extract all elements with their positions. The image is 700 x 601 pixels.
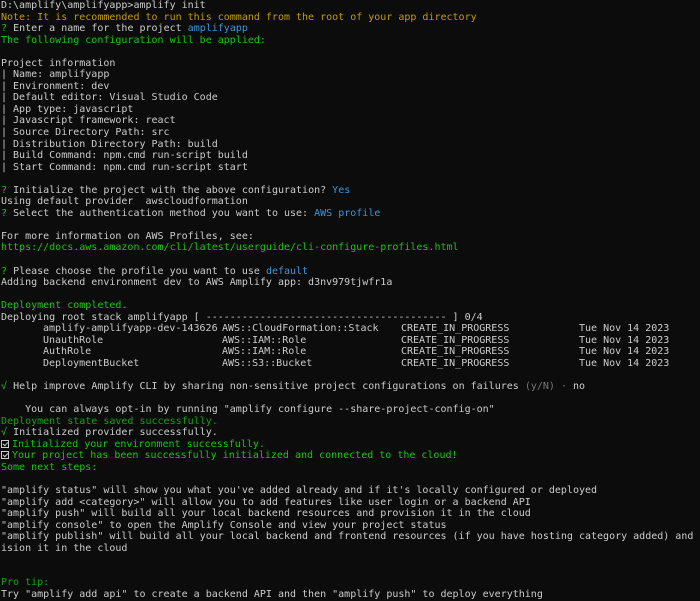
project-info-item: | Build Command: npm.cmd run-script buil… [1, 150, 248, 162]
checkbox-icon [1, 439, 9, 448]
prompt-text: Initialize the project with the above co… [13, 184, 327, 196]
resource-name: amplify-amplifyapp-dev-143626 [43, 323, 218, 335]
project-info-item: | App type: javascript [1, 103, 134, 115]
separator-dot: · [560, 381, 567, 393]
resource-type: AWS::CloudFormation::Stack [222, 323, 379, 335]
more-info-line: For more information on AWS Profiles, se… [1, 230, 254, 242]
resource-row: DeploymentBucket AWS::S3::Bucket CREATE_IN… [1, 358, 700, 370]
prompt-answer: amplifyapp [187, 23, 248, 35]
config-applied-line: The following configuration will be appl… [1, 34, 266, 46]
prompt-answer: Yes [332, 184, 351, 196]
list-item: "amplify console" to open the Amplify Co… [1, 519, 447, 531]
resource-type: AWS::IAM::Role [222, 334, 307, 346]
prompt-profile: ? Please choose the profile you want to … [1, 266, 700, 278]
list-item: "amplify publish" will build all your lo… [1, 531, 700, 543]
prompt-improve: √ Help improve Amplify CLI by sharing no… [1, 381, 700, 393]
deploying-stack-line: Deploying root stack amplifyapp [ ------… [1, 311, 483, 323]
prompt-answer: no [573, 381, 586, 393]
resource-row: UnauthRole AWS::IAM::Role CREATE_IN_PROGRE… [1, 335, 700, 347]
prompt-text: Enter a name for the project [13, 23, 182, 35]
prompt-text: Select the authentication method you wan… [13, 207, 309, 219]
question-mark-icon: ? [1, 23, 8, 35]
status-text: Your project has been successfully initi… [12, 450, 458, 462]
state-saved-line: Deployment state saved successfully. [1, 415, 218, 427]
resource-time: Tue Nov 14 2023 [579, 323, 670, 335]
project-info-title: Project information [1, 57, 116, 69]
prompt-text: Help improve Amplify CLI by sharing non-… [13, 381, 519, 393]
resource-status: CREATE_IN_PROGRESS [401, 357, 510, 369]
opt-in-line: You can always opt-in by running "amplif… [1, 404, 495, 416]
resource-status: CREATE_IN_PROGRESS [401, 323, 510, 335]
resource-name: AuthRole [43, 346, 92, 358]
resource-name: DeploymentBucket [43, 357, 140, 369]
status-text: Initialized your environment successfull… [12, 438, 265, 450]
terminal-window[interactable]: D:\amplify\amplifyapp>amplify init Note:… [0, 0, 700, 601]
resource-time: Tue Nov 14 2023 [579, 357, 670, 369]
deployment-completed-line: Deployment completed. [1, 300, 128, 312]
prompt-hint: (y/N) [524, 381, 555, 393]
prompt-initialize: ? Initialize the project with the above … [1, 185, 700, 197]
checkbox-icon [1, 451, 9, 460]
project-info-item: | Default editor: Visual Studio Code [1, 92, 218, 104]
profiles-link[interactable]: https://docs.aws.amazon.com/cli/latest/u… [1, 242, 700, 254]
prompt-text: Please choose the profile you want to us… [13, 265, 260, 277]
list-item: "amplify status" will show you what you'… [1, 484, 598, 496]
prompt-answer: AWS profile [314, 207, 381, 219]
resource-status: CREATE_IN_PROGRESS [401, 334, 510, 346]
pro-tip-heading: Pro tip: [1, 577, 50, 589]
project-info-item: | Javascript framework: react [1, 115, 176, 127]
init-provider-line: √ Initialized provider successfully. [1, 427, 700, 439]
project-info-item: | Name: amplifyapp [1, 69, 110, 81]
question-mark-icon: ? [1, 207, 8, 219]
init-env-line: Initialized your environment successfull… [1, 439, 700, 451]
status-text: Initialized provider successfully. [13, 427, 218, 439]
check-mark-icon: √ [1, 427, 8, 439]
resource-status: CREATE_IN_PROGRESS [401, 346, 510, 358]
question-mark-icon: ? [1, 265, 8, 277]
resource-row: amplify-amplifyapp-dev-143626 AWS::CloudF… [1, 323, 700, 335]
prompt-project-name: ? Enter a name for the project amplifyap… [1, 23, 700, 35]
resource-name: UnauthRole [43, 334, 104, 346]
project-info-list: | Name: amplifyapp | Environment: dev | … [1, 69, 700, 173]
next-steps-heading: Some next steps: [1, 461, 98, 473]
adding-backend-line: Adding backend environment dev to AWS Am… [1, 277, 393, 289]
pro-tip-text: Try "amplify add api" to create a backen… [1, 588, 543, 600]
project-info-item: | Distribution Directory Path: build [1, 138, 218, 150]
init-project-line: Your project has been successfully initi… [1, 450, 700, 462]
list-item: "amplify push" will build all your local… [1, 508, 531, 520]
project-info-item: | Environment: dev [1, 80, 110, 92]
resource-type: AWS::IAM::Role [222, 346, 307, 358]
note-line: Note: It is recommended to run this comm… [1, 11, 477, 23]
resource-row: AuthRole AWS::IAM::Role CREATE_IN_PROGRESS… [1, 346, 700, 358]
next-steps-list: "amplify status" will show you what you'… [1, 485, 700, 554]
default-provider-line: Using default provider awscloudformation [1, 196, 248, 208]
prompt-auth-method: ? Select the authentication method you w… [1, 208, 700, 220]
project-info-item: | Start Command: npm.cmd run-script star… [1, 161, 248, 173]
resource-time: Tue Nov 14 2023 [579, 346, 670, 358]
project-info-item: | Source Directory Path: src [1, 127, 170, 139]
list-item: "amplify add <category>" will allow you … [1, 496, 531, 508]
prompt-answer: default [265, 265, 309, 277]
resource-time: Tue Nov 14 2023 [579, 334, 670, 346]
check-mark-icon: √ [1, 381, 8, 393]
list-item: ision it in the cloud [1, 542, 128, 554]
question-mark-icon: ? [1, 184, 8, 196]
command-line: D:\amplify\amplifyapp>amplify init [1, 0, 206, 11]
resource-table: amplify-amplifyapp-dev-143626 AWS::CloudF… [1, 323, 700, 369]
resource-type: AWS::S3::Bucket [222, 357, 313, 369]
